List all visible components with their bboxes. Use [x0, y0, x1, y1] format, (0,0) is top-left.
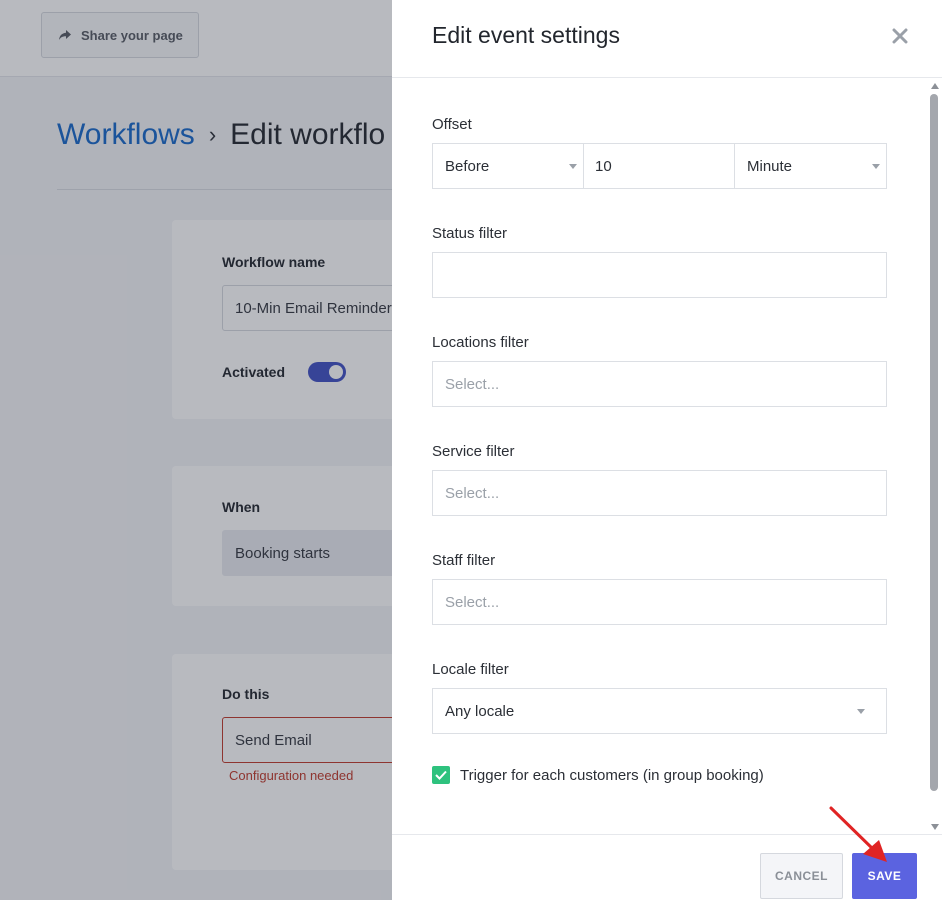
status-filter-label: Status filter — [432, 225, 508, 242]
chevron-down-icon — [569, 164, 577, 169]
offset-row: Before 10 Minute — [432, 143, 887, 189]
status-filter-input[interactable] — [432, 252, 887, 298]
panel-footer: CANCEL SAVE — [392, 834, 942, 900]
locale-filter-select[interactable]: Any locale — [432, 688, 887, 734]
save-button[interactable]: SAVE — [852, 853, 917, 899]
chevron-down-icon — [872, 164, 880, 169]
service-filter-placeholder: Select... — [445, 484, 500, 502]
staff-filter-select[interactable]: Select... — [432, 579, 887, 625]
service-filter-label: Service filter — [432, 443, 515, 460]
trigger-for-each-customer-row[interactable]: Trigger for each customers (in group boo… — [432, 766, 764, 784]
locale-filter-label: Locale filter — [432, 661, 509, 678]
scroll-down-arrow-icon[interactable] — [931, 824, 939, 830]
cancel-button[interactable]: CANCEL — [760, 853, 843, 899]
trigger-for-each-customer-checkbox[interactable] — [432, 766, 450, 784]
offset-amount-value: 10 — [595, 157, 612, 175]
checkmark-icon — [435, 770, 447, 780]
panel-scrollbar[interactable] — [928, 78, 942, 834]
offset-unit-select[interactable]: Minute — [734, 143, 887, 189]
staff-filter-label: Staff filter — [432, 552, 496, 569]
offset-amount-input[interactable]: 10 — [583, 143, 735, 189]
staff-filter-placeholder: Select... — [445, 593, 500, 611]
edit-event-settings-panel: Edit event settings Offset Before 10 Min… — [392, 0, 942, 900]
locale-filter-value: Any locale — [445, 702, 515, 720]
locations-filter-label: Locations filter — [432, 334, 529, 351]
service-filter-select[interactable]: Select... — [432, 470, 887, 516]
offset-direction-value: Before — [445, 157, 490, 175]
panel-body: Offset Before 10 Minute Status filter Lo… — [392, 78, 942, 834]
scrollbar-thumb[interactable] — [930, 94, 938, 791]
locations-filter-select[interactable]: Select... — [432, 361, 887, 407]
locations-filter-placeholder: Select... — [445, 375, 500, 393]
panel-header: Edit event settings — [392, 0, 942, 78]
close-button[interactable] — [890, 26, 910, 46]
offset-direction-select[interactable]: Before — [432, 143, 584, 189]
chevron-down-icon — [857, 709, 865, 714]
offset-label: Offset — [432, 116, 472, 133]
close-icon — [892, 28, 908, 44]
panel-title: Edit event settings — [432, 22, 620, 48]
trigger-for-each-customer-label: Trigger for each customers (in group boo… — [460, 766, 764, 784]
scroll-up-arrow-icon[interactable] — [931, 83, 939, 89]
offset-unit-value: Minute — [747, 157, 793, 175]
